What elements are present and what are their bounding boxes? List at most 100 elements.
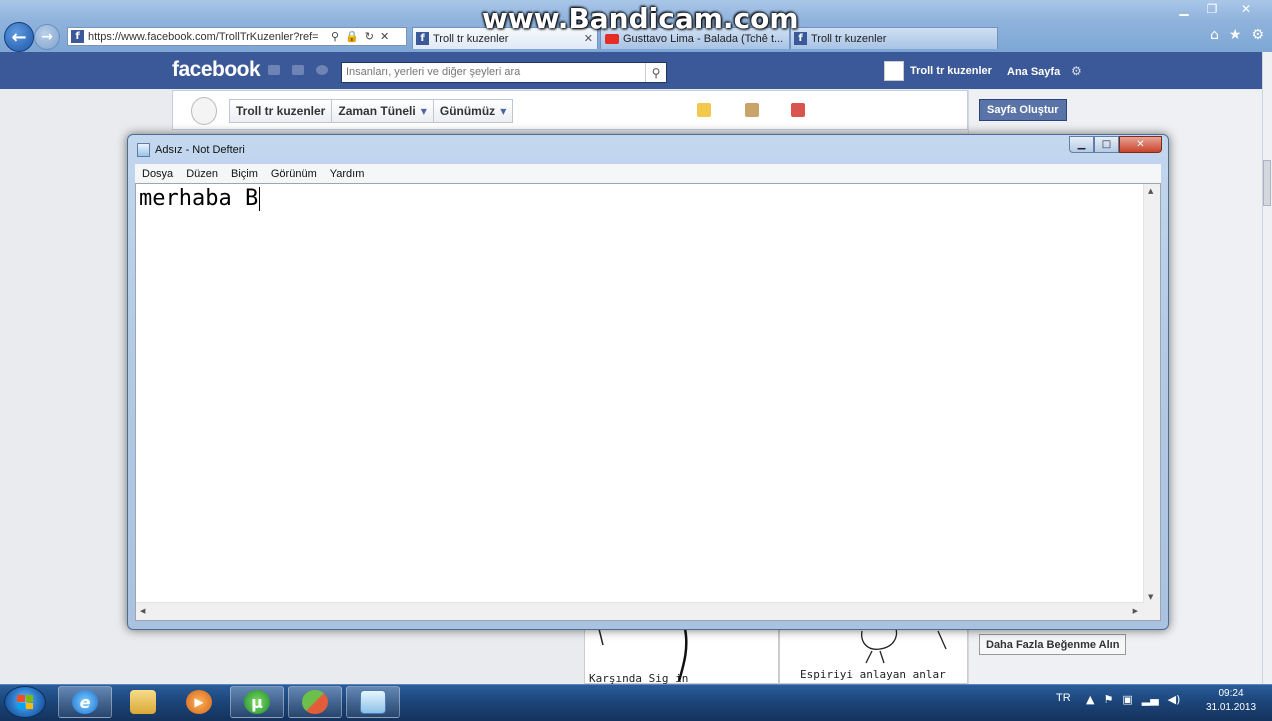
window-title: Adsız - Not Defteri xyxy=(155,144,245,156)
settings-gear-icon[interactable]: ⚙ xyxy=(1251,27,1264,43)
feed-post[interactable]: Karşında Sig in xyxy=(584,628,779,685)
internet-explorer-icon: e xyxy=(72,690,98,714)
media-player-icon: ▶ xyxy=(186,690,212,714)
show-hidden-icons-icon[interactable]: ▲ xyxy=(1086,693,1094,706)
tab-troll-tr-kuzenler-2[interactable]: f Troll tr kuzenler xyxy=(790,27,998,49)
browser-scroll-thumb[interactable] xyxy=(1263,160,1271,206)
scroll-left-icon[interactable]: ◀ xyxy=(140,607,145,615)
now-label: Günümüz xyxy=(439,104,496,118)
vertical-scrollbar[interactable]: ▲ ▼ xyxy=(1143,184,1160,604)
text-caret xyxy=(259,186,261,211)
usb-device-icon[interactable]: ▣ xyxy=(1122,693,1132,706)
clock-time: 09:24 xyxy=(1218,688,1244,699)
search-placeholder: Insanları, yerleri ve diğer şeyleri ara xyxy=(346,66,521,78)
browser-scrollbar[interactable] xyxy=(1262,52,1272,685)
menu-format[interactable]: Biçim xyxy=(231,168,258,180)
scroll-right-icon[interactable]: ▶ xyxy=(1133,607,1138,615)
scroll-up-icon[interactable]: ▲ xyxy=(1148,187,1153,195)
menu-file[interactable]: Dosya xyxy=(142,168,173,180)
youtube-icon xyxy=(605,33,619,44)
notepad-window: Adsız - Not Defteri ▁ □ ✕ Dosya Düzen Bi… xyxy=(127,134,1169,630)
scroll-corner xyxy=(1144,603,1160,620)
menu-edit[interactable]: Düzen xyxy=(186,168,218,180)
page-name-label: Troll tr kuzenler xyxy=(236,104,326,118)
address-text: https://www.facebook.com/TrollTrKuzenler… xyxy=(88,30,319,43)
menu-bar: Dosya Düzen Biçim Görünüm Yardım xyxy=(135,164,1161,183)
language-indicator[interactable]: TR xyxy=(1056,692,1071,704)
friend-requests-icon[interactable] xyxy=(268,65,280,75)
volume-icon[interactable]: ◀) xyxy=(1168,693,1181,706)
taskbar-utorrent[interactable]: µ xyxy=(230,686,284,718)
folder-icon xyxy=(130,690,156,714)
taskbar-notepad[interactable] xyxy=(346,686,400,718)
horizontal-scrollbar[interactable]: ◀ ▶ xyxy=(136,602,1144,620)
lock-icon: 🔒 xyxy=(345,30,359,43)
clock[interactable]: 09:24 31.01.2013 xyxy=(1198,687,1264,715)
address-bar[interactable]: f https://www.facebook.com/TrollTrKuzenl… xyxy=(67,27,407,46)
scroll-down-icon[interactable]: ▼ xyxy=(1148,593,1153,601)
clock-date: 31.01.2013 xyxy=(1205,702,1257,713)
search-input[interactable]: Insanları, yerleri ve diğer şeyleri ara … xyxy=(341,62,667,83)
recorder-watermark: www.Bandicam.com xyxy=(482,2,799,35)
search-icon[interactable]: ⚲ xyxy=(331,30,339,43)
chevron-down-icon: ▼ xyxy=(500,106,507,116)
timeline-dropdown[interactable]: Zaman Tüneli ▼ xyxy=(332,100,434,122)
account-gear-icon[interactable]: ⚙ xyxy=(1071,64,1082,78)
taskbar-explorer[interactable] xyxy=(116,686,170,718)
facebook-favicon-icon: f xyxy=(416,32,429,45)
maximize-button[interactable]: □ xyxy=(1094,136,1119,153)
post-caption: Espiriyi anlayan anlar xyxy=(800,668,946,681)
facebook-topbar: facebook Insanları, yerleri ve diğer şey… xyxy=(0,52,1262,90)
profile-link[interactable]: Troll tr kuzenler xyxy=(884,61,992,81)
minimize-button[interactable]: ▁ xyxy=(1069,136,1094,153)
avatar xyxy=(884,61,904,81)
editor-text-line: merhaba B xyxy=(139,186,261,211)
messenger-icon xyxy=(302,690,328,714)
stop-icon[interactable]: ✕ xyxy=(380,30,389,43)
taskbar-internet-explorer[interactable]: e xyxy=(58,686,112,718)
calendar-icon[interactable] xyxy=(791,103,805,117)
refresh-icon[interactable]: ↻ xyxy=(365,30,374,43)
timeline-nav: Troll tr kuzenler Zaman Tüneli ▼ Günümüz ▼ xyxy=(229,99,514,123)
home-icon[interactable]: ⌂ xyxy=(1210,27,1219,43)
text-editor[interactable]: merhaba B ▲ ▼ ◀ ▶ xyxy=(135,183,1161,621)
network-signal-icon[interactable]: ▂▄ xyxy=(1142,693,1159,706)
create-page-button[interactable]: Sayfa Oluştur xyxy=(979,99,1067,121)
page-avatar[interactable] xyxy=(191,97,217,125)
minimize-button[interactable]: ▁ xyxy=(1170,0,1198,18)
status-note-icon[interactable] xyxy=(697,103,711,117)
feed-post[interactable]: Espiriyi anlayan anlar xyxy=(779,628,968,684)
close-button[interactable]: ✕ xyxy=(1119,136,1162,153)
menu-view[interactable]: Görünüm xyxy=(271,168,317,180)
notifications-icon[interactable] xyxy=(316,65,328,75)
facebook-favicon-icon: f xyxy=(71,30,84,43)
forward-button[interactable]: → xyxy=(34,24,60,50)
photo-icon[interactable] xyxy=(745,103,759,117)
back-arrow-icon: ← xyxy=(11,26,27,48)
chevron-down-icon: ▼ xyxy=(420,106,427,116)
browser-tools: ⌂ ★ ⚙ xyxy=(1210,27,1264,43)
page-name-button[interactable]: Troll tr kuzenler xyxy=(230,100,333,122)
close-button[interactable]: ✕ xyxy=(1226,0,1266,18)
profile-name: Troll tr kuzenler xyxy=(910,65,992,77)
utorrent-icon: µ xyxy=(244,690,270,714)
forward-arrow-icon: → xyxy=(41,29,53,45)
home-link[interactable]: Ana Sayfa xyxy=(1007,66,1060,78)
start-button[interactable] xyxy=(4,686,46,718)
timeline-label: Zaman Tüneli xyxy=(338,104,416,118)
now-dropdown[interactable]: Günümüz ▼ xyxy=(434,100,512,122)
more-likes-button[interactable]: Daha Fazla Beğenme Alın xyxy=(979,634,1127,655)
taskbar-media-player[interactable]: ▶ xyxy=(172,686,226,718)
restore-button[interactable]: ❐ xyxy=(1198,0,1226,18)
action-center-flag-icon[interactable]: ⚑ xyxy=(1103,693,1113,706)
taskbar-messenger[interactable] xyxy=(288,686,342,718)
search-icon[interactable]: ⚲ xyxy=(645,63,666,82)
menu-help[interactable]: Yardım xyxy=(330,168,365,180)
tab-label: Troll tr kuzenler xyxy=(811,32,887,45)
messages-icon[interactable] xyxy=(292,65,304,75)
tray-icons: ▲ ⚑ ▣ ▂▄ ◀) xyxy=(1086,693,1180,706)
favorites-star-icon[interactable]: ★ xyxy=(1229,27,1242,43)
back-button[interactable]: ← xyxy=(4,22,34,52)
facebook-logo[interactable]: facebook xyxy=(172,58,261,82)
editor-content: merhaba B xyxy=(139,186,259,211)
